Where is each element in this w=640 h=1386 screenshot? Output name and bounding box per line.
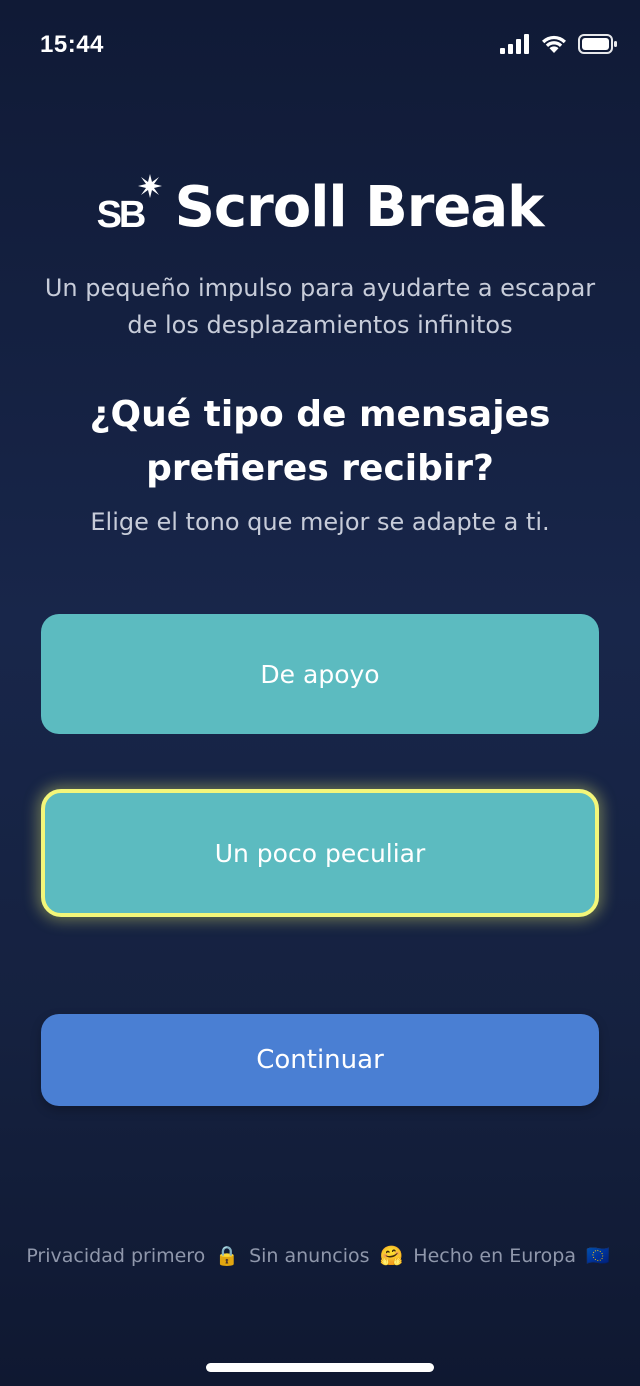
option-de-apoyo-button[interactable]: De apoyo: [41, 614, 599, 734]
home-indicator[interactable]: [206, 1363, 434, 1372]
app-logo: SB: [96, 173, 162, 239]
continue-label: Continuar: [256, 1045, 384, 1075]
page-title: ¿Qué tipo de mensajes prefieres recibir?: [89, 394, 551, 489]
status-bar: 15:44: [0, 0, 640, 90]
status-icons: [500, 34, 618, 54]
cellular-signal-icon: [500, 34, 529, 54]
sparkle-icon: [137, 173, 162, 198]
app-title: Scroll Break: [174, 175, 545, 240]
app-subtitle: Un pequeño impulso para ayudarte a escap…: [44, 274, 596, 339]
app-logo-text: SB: [96, 193, 147, 236]
option-label: Un poco peculiar: [214, 838, 426, 868]
battery-icon: [578, 34, 617, 54]
footer-privacy: Privacidad primero: [26, 1245, 206, 1267]
footer-made-in: Hecho en Europa: [413, 1245, 576, 1267]
option-label: De apoyo: [260, 659, 380, 689]
wifi-icon: [542, 35, 566, 53]
lock-icon: 🔒: [215, 1245, 240, 1267]
eu-flag-icon: 🇪🇺: [586, 1245, 610, 1267]
hugging-face-icon: 🤗: [379, 1245, 404, 1267]
continue-button[interactable]: Continuar: [41, 1014, 599, 1106]
page-hint: Elige el tono que mejor se adapte a ti.: [90, 508, 550, 536]
option-un-poco-peculiar-button[interactable]: Un poco peculiar: [41, 789, 599, 917]
brand-header: SB Scroll Break: [0, 173, 640, 240]
footer-tagline: Privacidad primero 🔒 Sin anuncios 🤗 Hech…: [0, 1244, 640, 1267]
status-time: 15:44: [40, 31, 104, 58]
footer-no-ads: Sin anuncios: [249, 1245, 370, 1267]
